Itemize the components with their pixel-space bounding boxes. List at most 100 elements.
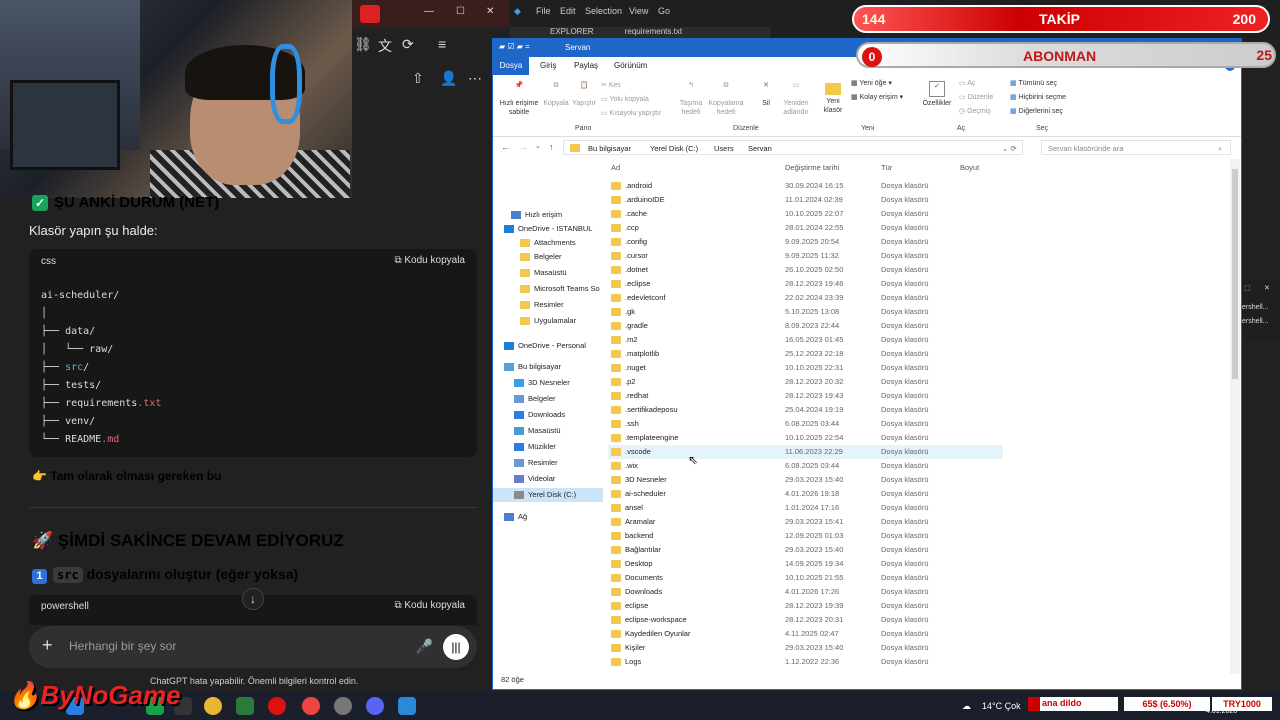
file-row[interactable]: Kaydedilen Oyunlar 4.11.2025 02:47 Dosya k… — [608, 627, 1003, 641]
file-row[interactable]: .gk 5.10.2025 13:08 Dosya klasörü — [608, 305, 1003, 319]
file-row[interactable]: .m2 16.05.2023 01:45 Dosya klasörü — [608, 333, 1003, 347]
weather-text[interactable]: 14°C Çok — [982, 701, 1021, 711]
properties-button[interactable]: ✓ Özellikler — [919, 81, 955, 108]
nav-item[interactable]: Downloads — [514, 408, 565, 422]
nav-item[interactable]: Videolar — [514, 472, 555, 486]
easy-access-button[interactable]: ▦ Kolay erişim ▾ — [851, 93, 903, 102]
copy-path-button[interactable]: ▭ Yolu kopyala — [601, 95, 649, 104]
column-date[interactable]: Değiştirme tarihi — [785, 163, 839, 172]
file-row[interactable]: Aramalar 29.03.2023 15:41 Dosya klasörü — [608, 515, 1003, 529]
breadcrumb-item[interactable]: Yerel Disk (C:) — [650, 144, 698, 153]
select-all-button[interactable]: ▦ Tümünü seç — [1010, 79, 1057, 88]
copy-code-button[interactable]: ⧉ Kodu kopyala — [394, 255, 465, 266]
file-row[interactable]: ai-scheduler 4.01.2026 19:18 Dosya klasörü — [608, 487, 1003, 501]
paste-button[interactable]: 📋 Yapıştır — [570, 81, 598, 108]
breadcrumb-item[interactable]: Users — [714, 144, 734, 153]
nav-item[interactable]: Müzikler — [514, 440, 556, 454]
file-row[interactable]: Downloads 4.01.2026 17:26 Dosya klasörü — [608, 585, 1003, 599]
file-row[interactable]: .android 30.09.2024 16:15 Dosya klasörü — [608, 179, 1003, 193]
pin-button[interactable]: 📌 Hızlı erişime sabitle — [497, 81, 541, 117]
nav-item[interactable]: Uygulamalar — [520, 314, 576, 328]
select-none-button[interactable]: ▦ Hiçbirini seçme — [1010, 93, 1066, 102]
file-row[interactable]: .edevletconf 22.02.2024 23:39 Dosya klasör… — [608, 291, 1003, 305]
link-icon[interactable]: ⛓ — [354, 36, 372, 53]
breadcrumb-item[interactable]: Bu bilgisayar — [588, 144, 631, 153]
terminal-tab[interactable]: ershell... — [1242, 318, 1268, 325]
column-type[interactable]: Tür — [881, 163, 892, 172]
new-item-button[interactable]: ▦ Yeni öğe ▾ — [851, 79, 892, 88]
nav-item[interactable]: Resimler — [520, 298, 564, 312]
file-row[interactable]: .templateengine 10.10.2025 22:54 Dosya kla… — [608, 431, 1003, 445]
vscode-icon[interactable] — [398, 697, 416, 715]
nav-item[interactable]: Resimler — [514, 456, 558, 470]
tab-explorer[interactable]: EXPLORER — [550, 27, 594, 36]
file-row[interactable]: .redhat 28.12.2023 19:43 Dosya klasörü — [608, 389, 1003, 403]
tab-dosya[interactable]: Dosya — [493, 57, 529, 75]
scrollbar[interactable] — [1230, 159, 1240, 674]
open-button[interactable]: ▭ Aç — [959, 79, 975, 88]
history-button[interactable]: ◷ Geçmiş — [959, 107, 991, 116]
back-icon[interactable]: ← — [501, 142, 510, 152]
file-row[interactable]: .eclipse 28.12.2023 19:46 Dosya klasörü — [608, 277, 1003, 291]
file-row[interactable]: .p2 28.12.2023 20:32 Dosya klasörü — [608, 375, 1003, 389]
opera-icon[interactable] — [268, 697, 286, 715]
menu-selection[interactable]: Selection — [585, 6, 622, 16]
move-to-button[interactable]: ↰ Taşıma hedefi — [675, 81, 707, 117]
file-row[interactable]: .arduinoIDE 11.01.2024 02:39 Dosya klasörü — [608, 193, 1003, 207]
close-icon[interactable]: ✕ — [486, 6, 494, 17]
chrome-icon[interactable] — [302, 697, 320, 715]
file-row[interactable]: backend 12.09.2025 01:03 Dosya klasörü — [608, 529, 1003, 543]
file-row[interactable]: Kişiler 29.03.2023 15:40 Dosya klasörü — [608, 641, 1003, 655]
file-row[interactable]: Desktop 14.09.2025 19:34 Dosya klasörü — [608, 557, 1003, 571]
nav-item[interactable]: Bu bilgisayar — [504, 360, 561, 374]
file-row[interactable]: eclipse-workspace 28.12.2023 20:31 Dosya k… — [608, 613, 1003, 627]
file-row[interactable]: Documents 10.10.2025 21:55 Dosya klasörü — [608, 571, 1003, 585]
breadcrumb-item[interactable]: Servan — [748, 144, 772, 153]
nav-item[interactable]: Masaüstü — [520, 266, 567, 280]
paste-shortcut-button[interactable]: ▭ Kısayolu yapıştır — [601, 109, 661, 118]
nav-item[interactable]: OneDrive - Personal — [504, 339, 586, 353]
maximize-icon[interactable]: ☐ — [456, 6, 465, 17]
translate-icon[interactable]: 文 — [378, 36, 392, 56]
refresh-icon[interactable]: ⌄ ⟳ — [1002, 144, 1017, 153]
file-row[interactable]: .gradle 8.09.2023 22:44 Dosya klasörü — [608, 319, 1003, 333]
new-folder-button[interactable]: Yeni klasör — [818, 81, 848, 115]
copy-code-button-2[interactable]: ⧉ Kodu kopyala — [394, 600, 465, 611]
terminal-tab[interactable]: ershell... — [1242, 304, 1268, 311]
tab-requirements[interactable]: requirements.txt — [625, 27, 682, 36]
minimize-icon[interactable]: — — [424, 6, 434, 17]
forward-icon[interactable]: → — [519, 142, 528, 152]
menu-file[interactable]: File — [536, 6, 551, 16]
share-icon[interactable]: ⇧ — [412, 70, 424, 87]
menu-view[interactable]: View — [629, 6, 648, 16]
file-row[interactable]: eclipse 28.12.2023 19:39 Dosya klasörü — [608, 599, 1003, 613]
file-row[interactable]: .wix 6.08.2025 03:44 Dosya klasörü — [608, 459, 1003, 473]
nav-item[interactable]: Belgeler — [514, 392, 556, 406]
copy-button[interactable]: ⧉ Kopyala — [542, 81, 570, 108]
discord-icon[interactable] — [366, 697, 384, 715]
invert-selection-button[interactable]: ▦ Diğerlerini seç — [1010, 107, 1063, 116]
file-row[interactable]: .cursor 9.09.2025 11:32 Dosya klasörü — [608, 249, 1003, 263]
plus-icon[interactable]: + — [42, 635, 53, 656]
file-row[interactable]: .nuget 10.10.2025 22:31 Dosya klasörü — [608, 361, 1003, 375]
scroll-down-button[interactable]: ↓ — [242, 588, 264, 610]
file-row[interactable]: .ssh 6.08.2025 03:44 Dosya klasörü — [608, 417, 1003, 431]
voice-mode-button[interactable]: ||| — [443, 634, 469, 660]
close-icon[interactable]: ✕ — [1264, 284, 1270, 292]
tab-giris[interactable]: Giriş — [540, 61, 556, 70]
menu-edit[interactable]: Edit — [560, 6, 576, 16]
up-icon[interactable]: ↑ — [549, 142, 554, 152]
file-row[interactable]: Logs 1.12.2022 22:36 Dosya klasörü — [608, 655, 1003, 669]
refresh-icon[interactable]: ⟳ — [402, 36, 414, 53]
mic-icon[interactable]: 🎤 — [416, 638, 433, 655]
store-icon[interactable] — [236, 697, 254, 715]
nav-item[interactable]: Ağ — [504, 510, 527, 524]
delete-button[interactable]: ✕ Sil — [755, 81, 777, 108]
file-row[interactable]: Bağlantılar 29.03.2023 15:40 Dosya klasörü — [608, 543, 1003, 557]
maximize-icon[interactable]: ⬚ — [1244, 284, 1251, 292]
app-icon[interactable] — [360, 5, 380, 23]
weather-icon[interactable]: ☁ — [962, 701, 971, 712]
file-row[interactable]: ansel 1.01.2024 17:16 Dosya klasörü — [608, 501, 1003, 515]
chrome-icon[interactable] — [204, 697, 222, 715]
nav-item[interactable]: OneDrive - ISTANBUL — [504, 222, 592, 236]
